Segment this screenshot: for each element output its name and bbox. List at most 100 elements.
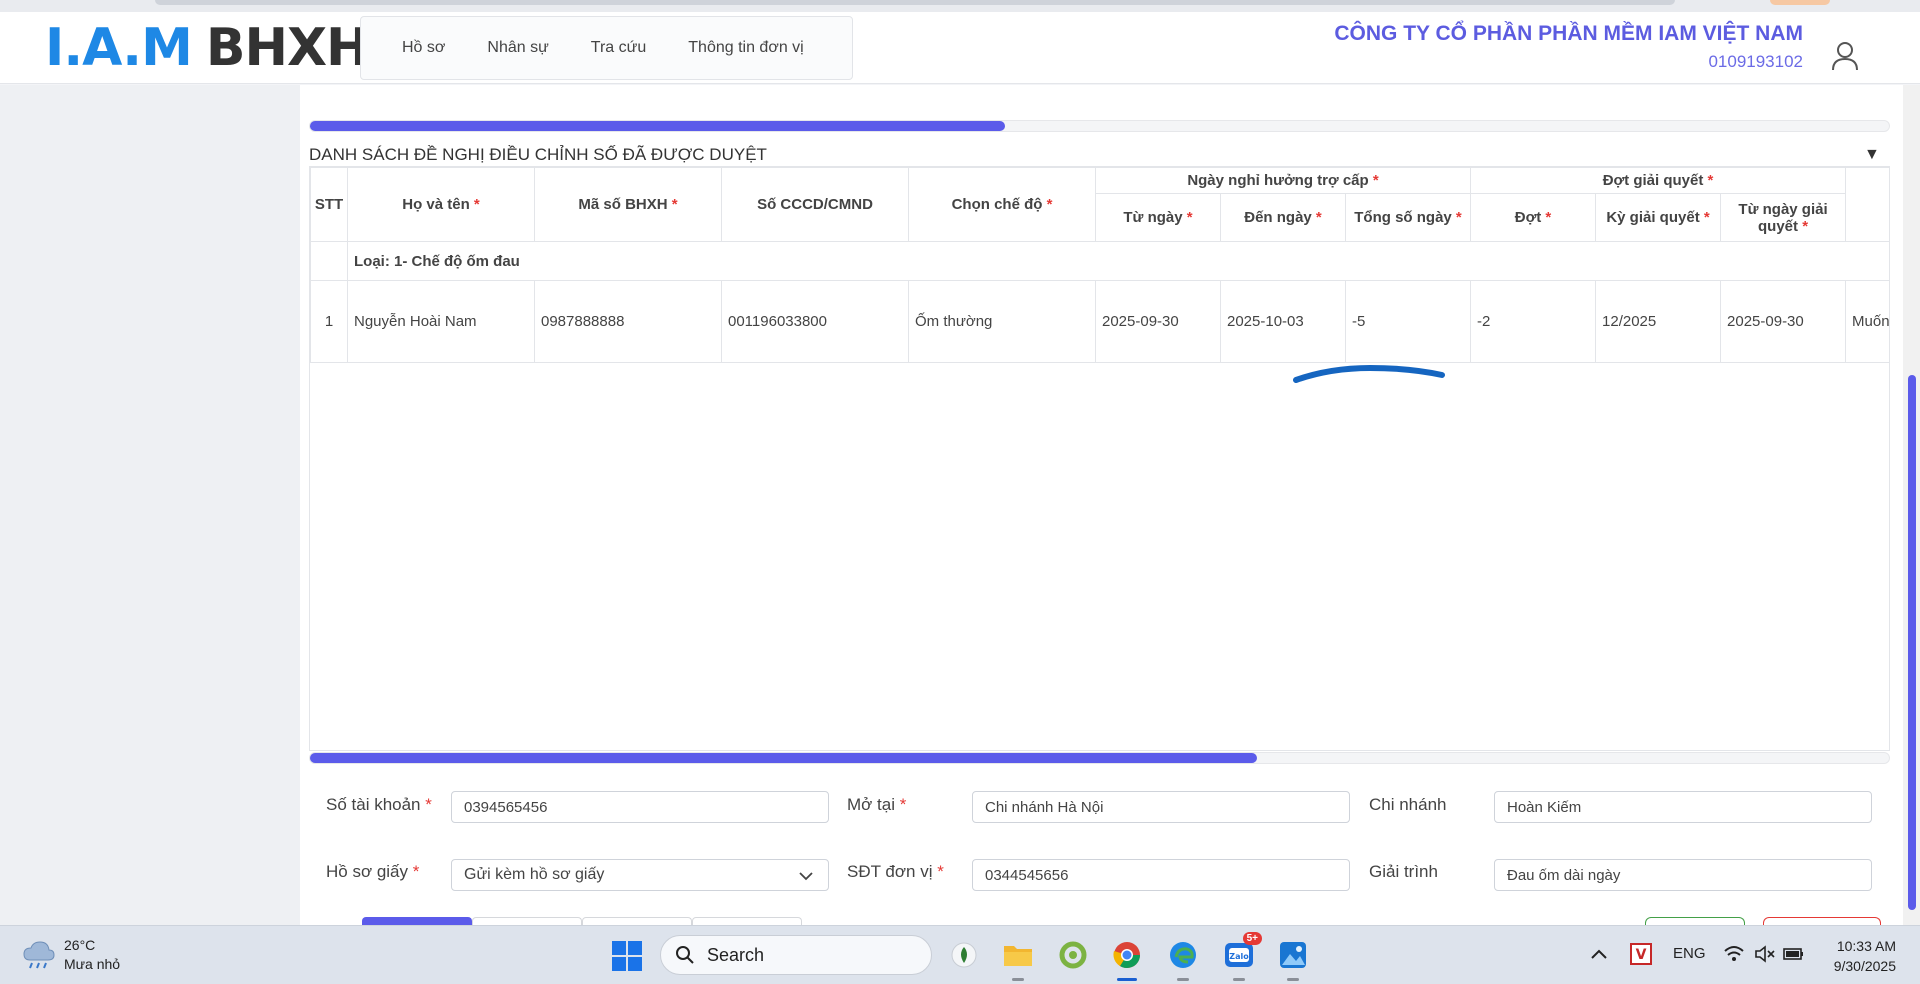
browser-button-edge[interactable] bbox=[1770, 0, 1830, 5]
taskbar-app-edge[interactable] bbox=[1166, 938, 1200, 981]
save-button[interactable] bbox=[1645, 917, 1745, 925]
clock-date: 9/30/2025 bbox=[1833, 958, 1896, 974]
language-indicator[interactable]: ENG bbox=[1673, 945, 1706, 962]
paper-select-value: Gửi kèm hồ sơ giấy bbox=[464, 866, 605, 883]
table-horizontal-scrollbar[interactable] bbox=[309, 752, 1890, 764]
taskbar: 26°C Mưa nhỏ Search Zalo 5+ V ENG 10:33 … bbox=[0, 925, 1920, 984]
header-leave-group: Ngày nghỉ hưởng trợ cấp * bbox=[1094, 167, 1472, 194]
scrollbar-thumb[interactable] bbox=[1908, 375, 1916, 910]
weather-widget[interactable]: 26°C Mưa nhỏ bbox=[22, 936, 120, 974]
header-batch: Đợt * bbox=[1470, 193, 1597, 242]
nav-item-tra-cuu[interactable]: Tra cứu bbox=[591, 39, 646, 57]
battery-icon[interactable] bbox=[1783, 946, 1805, 962]
company-info: CÔNG TY CỔ PHẦN PHẦN MỀM IAM VIỆT NAM 01… bbox=[1334, 22, 1803, 72]
wifi-icon[interactable] bbox=[1723, 945, 1745, 963]
branch-input[interactable]: Hoàn Kiếm bbox=[1494, 791, 1872, 823]
leaf-icon bbox=[951, 942, 977, 968]
cell-extra: Muốn bbox=[1845, 280, 1889, 363]
windows-start-icon[interactable] bbox=[612, 941, 642, 971]
annotation-underline bbox=[1293, 364, 1445, 383]
search-icon bbox=[676, 946, 694, 964]
company-tax-code: 0109193102 bbox=[1708, 52, 1803, 71]
nav-item-nhan-su[interactable]: Nhân sự bbox=[487, 39, 548, 57]
company-name: CÔNG TY CỔ PHẦN PHẦN MỀM IAM VIỆT NAM bbox=[1334, 22, 1803, 45]
section-title: DANH SÁCH ĐỀ NGHỊ ĐIỀU CHỈNH SỐ ĐÃ ĐƯỢC … bbox=[309, 145, 767, 164]
header-resolve-from: Từ ngày giải quyết * bbox=[1720, 193, 1847, 242]
cell-resolve-from: 2025-09-30 bbox=[1720, 280, 1847, 363]
scrollbar-thumb[interactable] bbox=[310, 753, 1257, 763]
header-stt: STT bbox=[310, 167, 348, 242]
header-total: Tổng số ngày * bbox=[1344, 193, 1472, 242]
header-cccd: Số CCCD/CMND bbox=[721, 167, 909, 242]
chrome-icon bbox=[1113, 942, 1141, 969]
browser-top-edge bbox=[0, 0, 1920, 12]
approved-adjustments-table: STT Họ và tên * Mã số BHXH * Số CCCD/CMN… bbox=[309, 166, 1890, 751]
table-row[interactable]: 1 Nguyễn Hoài Nam 0987888888 00119603380… bbox=[310, 280, 1889, 363]
phone-input[interactable]: 0344545656 bbox=[972, 859, 1350, 891]
tab-4[interactable] bbox=[692, 917, 802, 925]
svg-text:V: V bbox=[1636, 947, 1647, 963]
collapse-icon[interactable]: ▼ bbox=[1864, 146, 1880, 164]
taskbar-app-zalo[interactable]: Zalo 5+ bbox=[1222, 932, 1262, 981]
cloud-rain-icon bbox=[23, 941, 55, 969]
tab-3[interactable] bbox=[582, 917, 692, 925]
weather-temperature: 26°C bbox=[64, 937, 96, 953]
open-at-label: Mở tại * bbox=[847, 795, 907, 814]
svg-text:Zalo: Zalo bbox=[1229, 952, 1249, 961]
zalo-badge: 5+ bbox=[1242, 932, 1262, 945]
cell-cccd: 001196033800 bbox=[721, 280, 909, 363]
logo-iam-text: I.A.M bbox=[45, 18, 193, 78]
phone-label: SĐT đơn vị * bbox=[847, 862, 944, 881]
paper-label: Hồ sơ giấy * bbox=[326, 862, 420, 881]
top-horizontal-scrollbar[interactable] bbox=[309, 120, 1890, 132]
open-at-input[interactable]: Chi nhánh Hà Nội bbox=[972, 791, 1350, 823]
sidebar bbox=[0, 85, 300, 925]
taskbar-app-photos[interactable] bbox=[1276, 938, 1310, 981]
main-nav: Hồ sơ Nhân sự Tra cứu Thông tin đơn vị bbox=[360, 16, 853, 80]
app-header: I.A.M BHXH Hồ sơ Nhân sự Tra cứu Thông t… bbox=[0, 12, 1920, 84]
cell-name: Nguyễn Hoài Nam bbox=[347, 280, 535, 363]
system-clock[interactable]: 10:33 AM 9/30/2025 bbox=[1816, 936, 1896, 976]
cell-from: 2025-09-30 bbox=[1095, 280, 1221, 363]
taskbar-app-green[interactable] bbox=[1056, 938, 1090, 972]
taskbar-app-file-explorer[interactable] bbox=[1001, 938, 1035, 981]
search-label: Search bbox=[707, 944, 765, 965]
nav-item-ho-so[interactable]: Hồ sơ bbox=[402, 39, 445, 57]
folder-icon bbox=[1004, 946, 1032, 966]
vietkey-icon[interactable]: V bbox=[1630, 943, 1652, 965]
header-extra bbox=[1845, 167, 1889, 242]
photos-icon bbox=[1280, 942, 1306, 968]
cell-bhxh: 0987888888 bbox=[534, 280, 722, 363]
header-name: Họ và tên * bbox=[347, 167, 535, 242]
taskbar-search[interactable]: Search bbox=[660, 935, 932, 975]
page-vertical-scrollbar[interactable] bbox=[1903, 85, 1920, 925]
branch-label: Chi nhánh bbox=[1369, 795, 1447, 814]
cell-batch: -2 bbox=[1470, 280, 1597, 363]
tab-2[interactable] bbox=[472, 917, 582, 925]
bottom-tabs bbox=[362, 917, 802, 925]
cancel-button[interactable] bbox=[1763, 917, 1881, 925]
logo[interactable]: I.A.M BHXH bbox=[45, 18, 370, 78]
clock-time: 10:33 AM bbox=[1836, 938, 1896, 954]
chevron-up-icon[interactable] bbox=[1590, 947, 1608, 961]
header-to: Đến ngày * bbox=[1220, 193, 1346, 242]
edge-icon bbox=[1170, 942, 1196, 968]
tab-1[interactable] bbox=[362, 917, 472, 925]
cell-total: -5 bbox=[1344, 280, 1472, 363]
explain-input[interactable]: Đau ốm dài ngày bbox=[1494, 859, 1872, 891]
taskbar-app-leaf[interactable] bbox=[947, 938, 981, 972]
explain-label: Giải trình bbox=[1369, 862, 1438, 881]
cell-period: 12/2025 bbox=[1595, 280, 1722, 363]
user-icon[interactable] bbox=[1830, 40, 1860, 72]
account-input[interactable]: 0394565456 bbox=[451, 791, 829, 823]
address-bar-edge[interactable] bbox=[155, 0, 1675, 5]
volume-muted-icon[interactable] bbox=[1754, 945, 1776, 963]
taskbar-app-chrome[interactable] bbox=[1110, 938, 1144, 981]
weather-condition: Mưa nhỏ bbox=[64, 956, 121, 972]
scrollbar-thumb[interactable] bbox=[310, 121, 1005, 131]
group-row: Loại: 1- Chế độ ốm đau bbox=[310, 241, 1889, 281]
group-label: Loại: 1- Chế độ ốm đau bbox=[346, 241, 1889, 281]
paper-select[interactable]: Gửi kèm hồ sơ giấy bbox=[451, 859, 829, 891]
nav-item-thong-tin-don-vi[interactable]: Thông tin đơn vị bbox=[688, 39, 803, 57]
account-label: Số tài khoản * bbox=[326, 795, 432, 814]
